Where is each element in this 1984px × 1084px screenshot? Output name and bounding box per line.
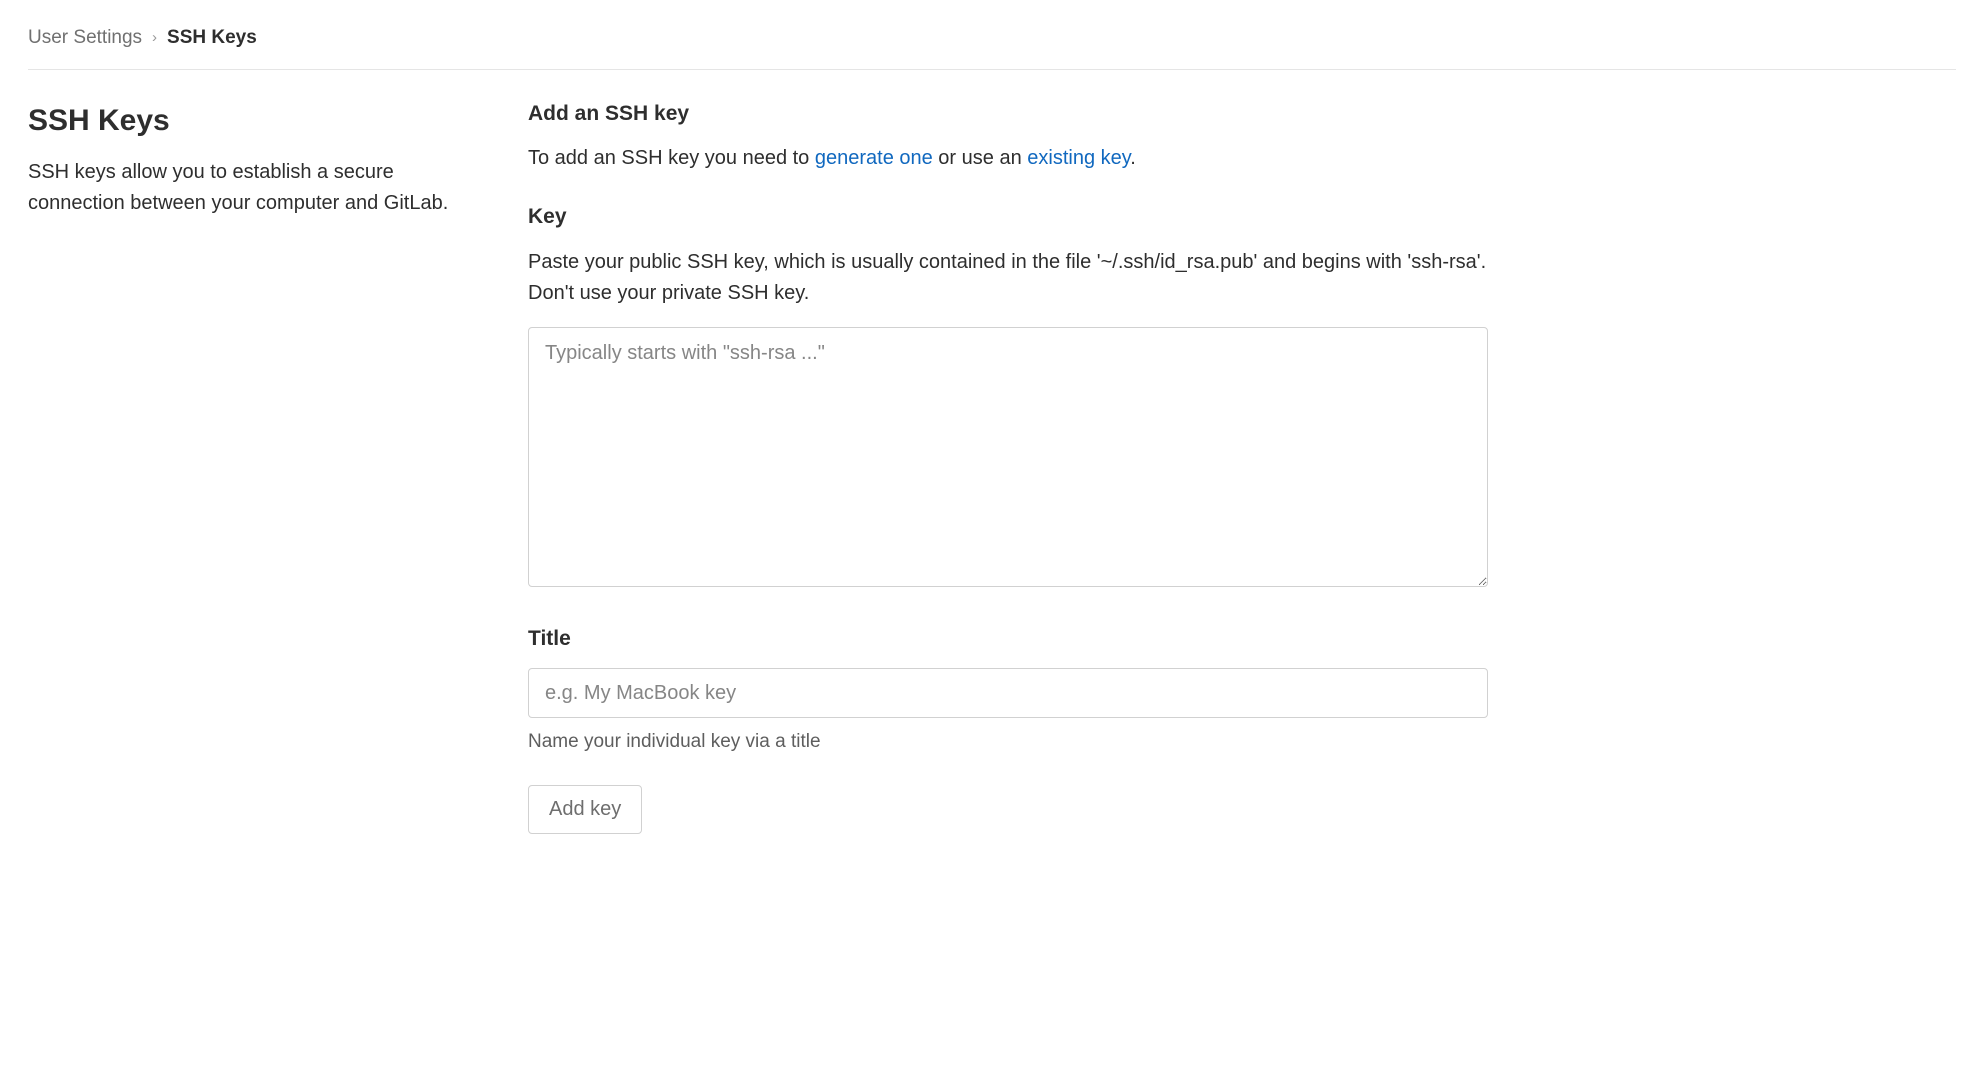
key-field-help: Paste your public SSH key, which is usua… <box>528 247 1488 309</box>
add-key-button[interactable]: Add key <box>528 785 642 834</box>
chevron-right-icon: › <box>152 27 157 50</box>
add-ssh-key-heading: Add an SSH key <box>528 98 1488 130</box>
ssh-key-title-input[interactable] <box>528 668 1488 718</box>
intro-text-prefix: To add an SSH key you need to <box>528 147 815 169</box>
ssh-key-form: Add an SSH key To add an SSH key you nee… <box>528 98 1488 834</box>
breadcrumb-parent[interactable]: User Settings <box>28 24 142 53</box>
title-field-help: Name your individual key via a title <box>528 728 1488 757</box>
existing-key-link[interactable]: existing key <box>1027 147 1130 169</box>
add-ssh-key-intro: To add an SSH key you need to generate o… <box>528 143 1488 173</box>
key-field-label: Key <box>528 201 1488 233</box>
breadcrumb-current: SSH Keys <box>167 24 257 53</box>
intro-text-middle: or use an <box>933 147 1028 169</box>
page-title: SSH Keys <box>28 98 488 143</box>
breadcrumb: User Settings › SSH Keys <box>28 24 1956 70</box>
title-field-label: Title <box>528 623 1488 655</box>
intro-text-suffix: . <box>1130 147 1136 169</box>
settings-sidebar: SSH Keys SSH keys allow you to establish… <box>28 98 488 834</box>
generate-key-link[interactable]: generate one <box>815 147 933 169</box>
page-description: SSH keys allow you to establish a secure… <box>28 157 488 219</box>
ssh-key-textarea[interactable] <box>528 327 1488 587</box>
